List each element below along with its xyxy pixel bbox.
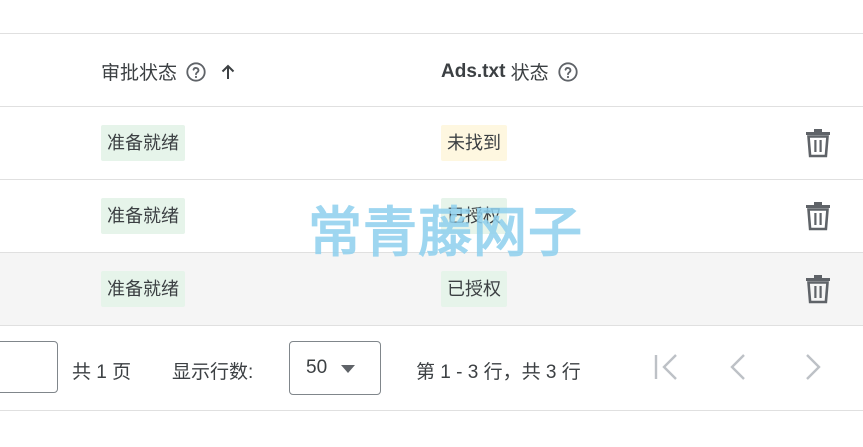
pagination-bar: 共 1 页 显示行数: 50 第 1 - 3 行，共 3 行 [0, 326, 863, 410]
page-number-input[interactable] [0, 341, 58, 393]
approval-status-chip: 准备就绪 [101, 125, 185, 161]
rows-per-page-select[interactable]: 50 [289, 341, 381, 395]
table-header: 审批状态 Ads.txt 状态 [0, 34, 863, 106]
total-pages-label: 共 1 页 [72, 362, 132, 383]
footer-bottom-divider [0, 410, 863, 411]
table-row[interactable]: 准备就绪 未找到 [0, 107, 863, 179]
row-range-label: 第 1 - 3 行，共 3 行 [416, 362, 581, 383]
delete-icon[interactable] [805, 128, 831, 158]
ads-txt-status-header[interactable]: Ads.txt 状态 [441, 58, 579, 85]
delete-icon[interactable] [805, 201, 831, 231]
sort-ascending-icon[interactable] [219, 63, 237, 81]
delete-icon[interactable] [805, 274, 831, 304]
watermark-text: 常青藤网子 [308, 201, 583, 264]
approval-status-chip: 准备就绪 [101, 271, 185, 307]
rows-per-page-label: 显示行数: [172, 362, 254, 383]
help-icon[interactable] [185, 61, 207, 83]
approval-status-chip: 准备就绪 [101, 198, 185, 234]
first-page-icon[interactable] [652, 352, 682, 382]
help-icon[interactable] [557, 61, 579, 83]
ads-txt-header-suffix: 状态 [505, 63, 549, 84]
previous-page-icon[interactable] [724, 352, 754, 382]
ads-txt-header-label: Ads.txt [441, 60, 506, 82]
ads-txt-status-chip: 未找到 [441, 125, 507, 161]
rows-per-page-value: 50 [306, 357, 328, 378]
approval-status-header[interactable]: 审批状态 [101, 58, 237, 85]
next-page-icon[interactable] [797, 352, 827, 382]
dropdown-arrow-icon [341, 365, 355, 373]
approval-status-header-label: 审批状态 [101, 63, 178, 84]
ads-txt-status-chip: 已授权 [441, 271, 507, 307]
